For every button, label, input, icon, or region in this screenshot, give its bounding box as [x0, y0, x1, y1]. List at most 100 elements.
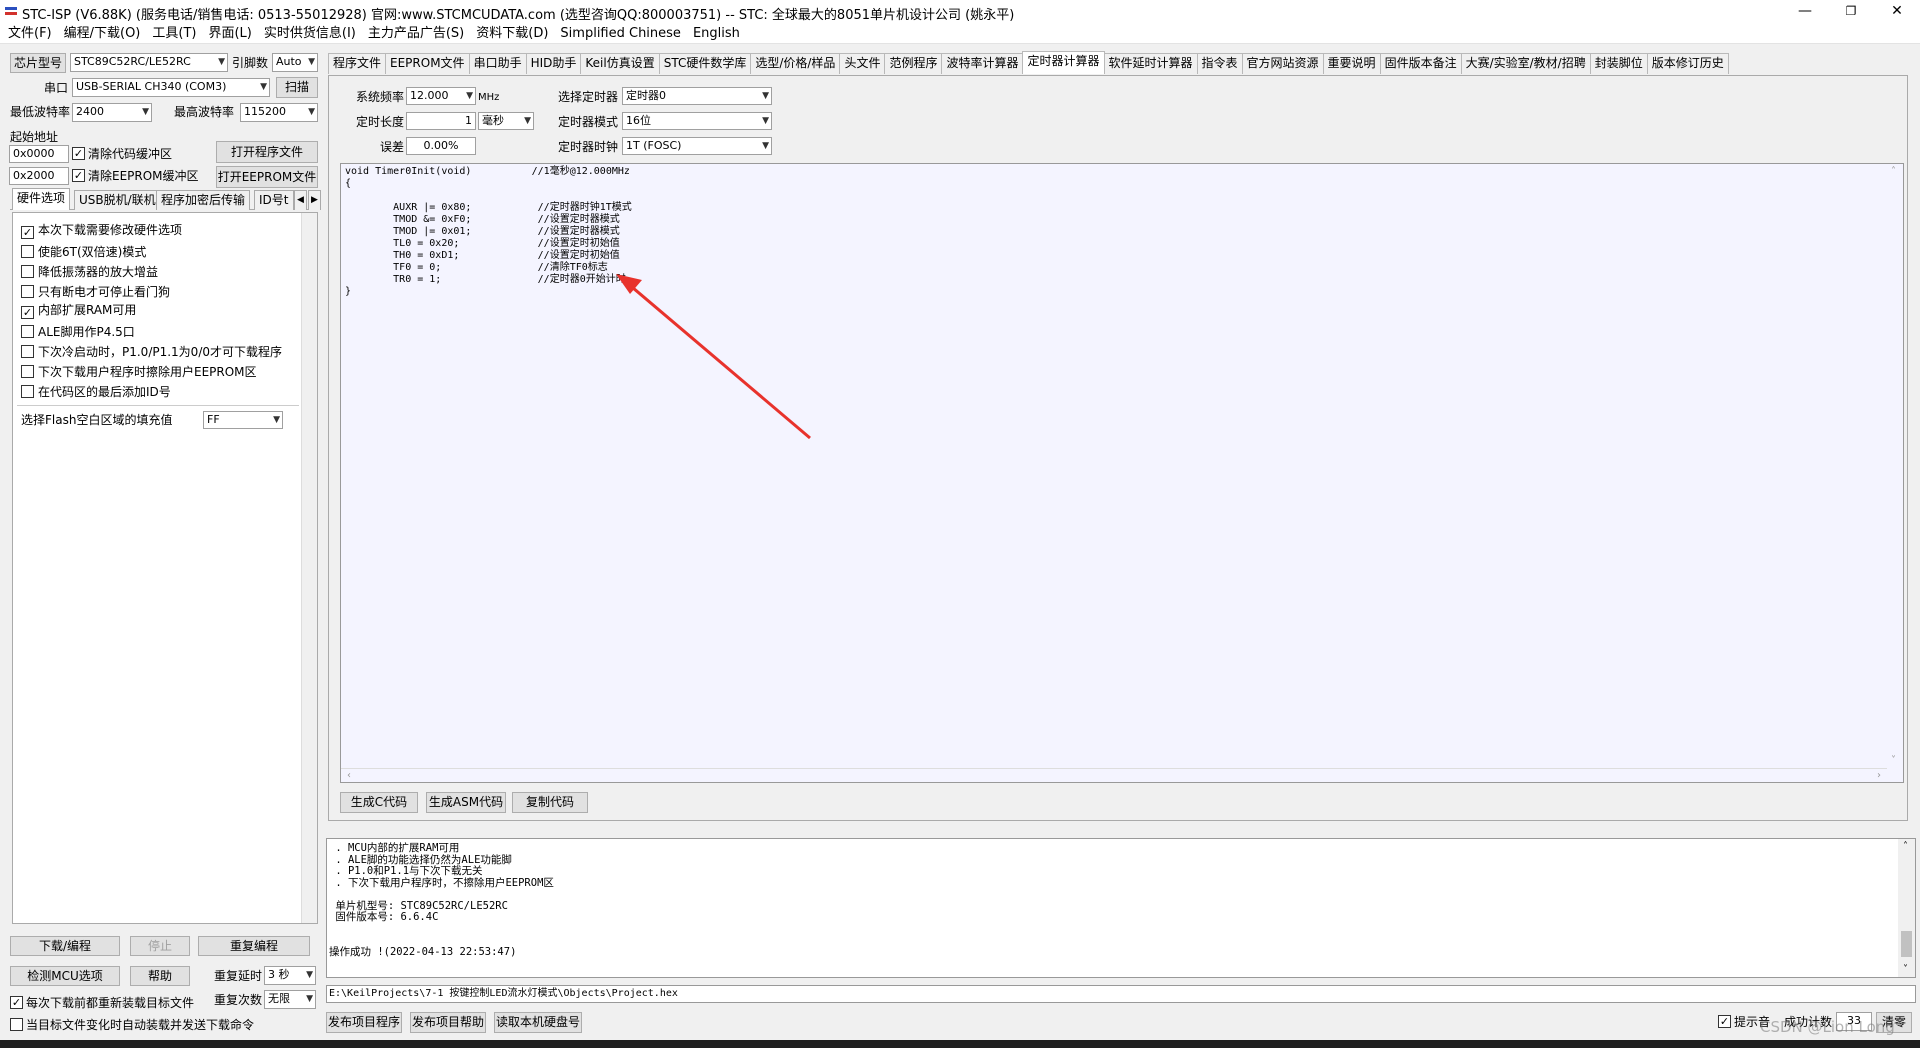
- repeat-delay-select[interactable]: 3 秒 ▼: [264, 966, 316, 985]
- chevron-down-icon: ▼: [260, 82, 267, 92]
- tab-header-files[interactable]: 头文件: [839, 53, 886, 74]
- option-modify-hardware[interactable]: ✓ 本次下载需要修改硬件选项: [21, 223, 182, 239]
- tab-hid-assistant[interactable]: HID助手: [525, 53, 582, 74]
- max-baud-select[interactable]: 115200 ▼: [240, 103, 318, 122]
- tab-keil-settings[interactable]: Keil仿真设置: [580, 53, 660, 74]
- code-vertical-scrollbar[interactable]: ˄ ˅: [1886, 164, 1903, 768]
- restore-button[interactable]: ❐: [1828, 0, 1874, 24]
- pin-count-select[interactable]: Auto ▼: [272, 53, 318, 72]
- reload-checkbox[interactable]: ✓: [10, 996, 23, 1009]
- scroll-right-icon[interactable]: ›: [1877, 769, 1881, 783]
- option-erase-eeprom[interactable]: 下次下载用户程序时擦除用户EEPROM区: [21, 363, 257, 379]
- read-disk-id-button[interactable]: 读取本机硬盘号: [494, 1012, 582, 1033]
- select-timer-select[interactable]: 定时器0 ▼: [622, 87, 772, 105]
- tab-encrypted-transfer[interactable]: 程序加密后传输: [156, 190, 251, 210]
- generate-c-code-button[interactable]: 生成C代码: [340, 792, 418, 813]
- reprogram-button[interactable]: 重复编程: [198, 936, 310, 956]
- tab-program-file[interactable]: 程序文件: [328, 53, 387, 74]
- clear-code-checkbox[interactable]: ✓: [72, 147, 85, 160]
- publish-program-button[interactable]: 发布项目程序: [326, 1012, 402, 1033]
- tab-delay-calculator[interactable]: 软件延时计算器: [1103, 53, 1198, 74]
- help-button[interactable]: 帮助: [130, 966, 190, 986]
- option-add-id[interactable]: 在代码区的最后添加ID号: [21, 383, 171, 399]
- chip-model-select[interactable]: STC89C52RC/LE52RC ▼: [70, 53, 228, 72]
- tab-serial-assistant[interactable]: 串口助手: [468, 53, 527, 74]
- scroll-down-icon[interactable]: ˅: [1903, 964, 1908, 975]
- tab-examples[interactable]: 范例程序: [884, 53, 943, 74]
- menu-simplified-chinese[interactable]: Simplified Chinese: [554, 24, 687, 44]
- timer-clock-select[interactable]: 1T (FOSC) ▼: [622, 137, 772, 155]
- sysfreq-select[interactable]: 12.000 ▼: [406, 87, 476, 105]
- chip-model-button[interactable]: 芯片型号: [10, 53, 66, 73]
- scroll-up-icon[interactable]: ˄: [1903, 841, 1908, 852]
- open-program-file-button[interactable]: 打开程序文件: [216, 141, 318, 163]
- menu-program[interactable]: 编程/下载(O): [58, 24, 147, 44]
- tab-firmware-notes[interactable]: 固件版本备注: [1379, 53, 1462, 74]
- chevron-down-icon: ▼: [762, 91, 769, 101]
- timer-length-input[interactable]: 1: [406, 112, 476, 130]
- copy-code-button[interactable]: 复制代码: [512, 792, 588, 813]
- open-eeprom-file-button[interactable]: 打开EEPROM文件: [216, 166, 318, 188]
- tab-selection-price[interactable]: 选型/价格/样品: [750, 53, 841, 74]
- tone-checkbox[interactable]: ✓: [1718, 1015, 1731, 1028]
- close-button[interactable]: ✕: [1874, 0, 1920, 24]
- tab-eeprom-file[interactable]: EEPROM文件: [385, 53, 470, 74]
- flash-fill-label: 选择Flash空白区域的填充值: [21, 413, 173, 427]
- check-mcu-button[interactable]: 检测MCU选项: [10, 966, 120, 986]
- scroll-left-icon[interactable]: ‹: [347, 769, 351, 783]
- tab-website-resources[interactable]: 官方网站资源: [1241, 53, 1324, 74]
- address-eeprom-input[interactable]: 0x2000: [9, 167, 69, 185]
- menu-downloads[interactable]: 资料下载(D): [470, 24, 554, 44]
- auto-send-checkbox[interactable]: [10, 1018, 23, 1031]
- options-scrollbar[interactable]: [301, 213, 317, 923]
- tab-contest-lab[interactable]: 大赛/实验室/教材/招聘: [1460, 53, 1591, 74]
- option-watchdog[interactable]: 只有断电才可停止看门狗: [21, 283, 170, 299]
- repeat-delay-label: 重复延时: [214, 969, 263, 983]
- publish-help-button[interactable]: 发布项目帮助: [410, 1012, 486, 1033]
- timer-unit-select[interactable]: 毫秒 ▼: [478, 112, 534, 130]
- option-ale-pin[interactable]: ALE脚用作P4.5口: [21, 323, 135, 339]
- tab-timer-calculator[interactable]: 定时器计算器: [1022, 51, 1105, 74]
- menu-tools[interactable]: 工具(T): [146, 24, 202, 44]
- option-reduce-gain[interactable]: 降低振荡器的放大增益: [21, 263, 158, 279]
- log-scrollbar[interactable]: ˄ ˅: [1898, 839, 1915, 977]
- hex-file-path: E:\KeilProjects\7-1 按键控制LED流水灯模式\Objects…: [326, 985, 1916, 1003]
- tab-revision-history[interactable]: 版本修订历史: [1646, 53, 1729, 74]
- option-internal-ram[interactable]: ✓ 内部扩展RAM可用: [21, 303, 136, 319]
- download-program-button[interactable]: 下载/编程: [10, 936, 120, 956]
- tab-package-pins[interactable]: 封装脚位: [1589, 53, 1648, 74]
- tab-math-library[interactable]: STC硬件数学库: [658, 53, 752, 74]
- scan-button[interactable]: 扫描: [276, 77, 318, 98]
- timer-mode-select[interactable]: 16位 ▼: [622, 112, 772, 130]
- tab-instruction-table[interactable]: 指令表: [1196, 53, 1243, 74]
- log-scroll-thumb[interactable]: [1901, 931, 1912, 957]
- stop-button[interactable]: 停止: [130, 936, 190, 956]
- repeat-count-select[interactable]: 无限 ▼: [264, 990, 316, 1009]
- address-code-input[interactable]: 0x0000: [9, 145, 69, 163]
- clear-eeprom-checkbox[interactable]: ✓: [72, 169, 85, 182]
- scroll-up-icon[interactable]: ˄: [1891, 166, 1896, 177]
- tab-scroll-right-icon[interactable]: ▶: [308, 190, 321, 210]
- tab-baud-calculator[interactable]: 波特率计算器: [941, 53, 1024, 74]
- port-select[interactable]: USB-SERIAL CH340 (COM3) ▼: [72, 78, 270, 97]
- min-baud-select[interactable]: 2400 ▼: [72, 103, 152, 122]
- timer-length-label: 定时长度: [356, 115, 405, 129]
- tab-scroll-left-icon[interactable]: ◀: [294, 190, 307, 210]
- minimize-button[interactable]: —: [1782, 0, 1828, 24]
- menu-supply[interactable]: 实时供货信息(I): [258, 24, 362, 44]
- tab-important-notes[interactable]: 重要说明: [1322, 53, 1381, 74]
- code-horizontal-scrollbar[interactable]: ‹ ›: [341, 768, 1887, 782]
- menu-file[interactable]: 文件(F): [0, 24, 58, 44]
- option-6t-mode[interactable]: 使能6T(双倍速)模式: [21, 243, 146, 259]
- menu-interface[interactable]: 界面(L): [202, 24, 257, 44]
- option-cold-start[interactable]: 下次冷启动时，P1.0/P1.1为0/0才可下载程序: [21, 343, 282, 359]
- scroll-down-icon[interactable]: ˅: [1891, 755, 1896, 766]
- tab-usb-offline[interactable]: USB脱机/联机: [74, 190, 161, 210]
- flash-fill-select[interactable]: FF ▼: [203, 411, 283, 429]
- generated-code-area[interactable]: void Timer0Init(void) //1毫秒@12.000MHz { …: [340, 163, 1904, 783]
- menu-ads[interactable]: 主力产品广告(S): [362, 24, 470, 44]
- generate-asm-code-button[interactable]: 生成ASM代码: [426, 792, 506, 813]
- tab-hardware-options[interactable]: 硬件选项: [12, 188, 71, 210]
- menu-english[interactable]: English: [687, 24, 746, 44]
- tab-id-number[interactable]: ID号t: [254, 190, 294, 210]
